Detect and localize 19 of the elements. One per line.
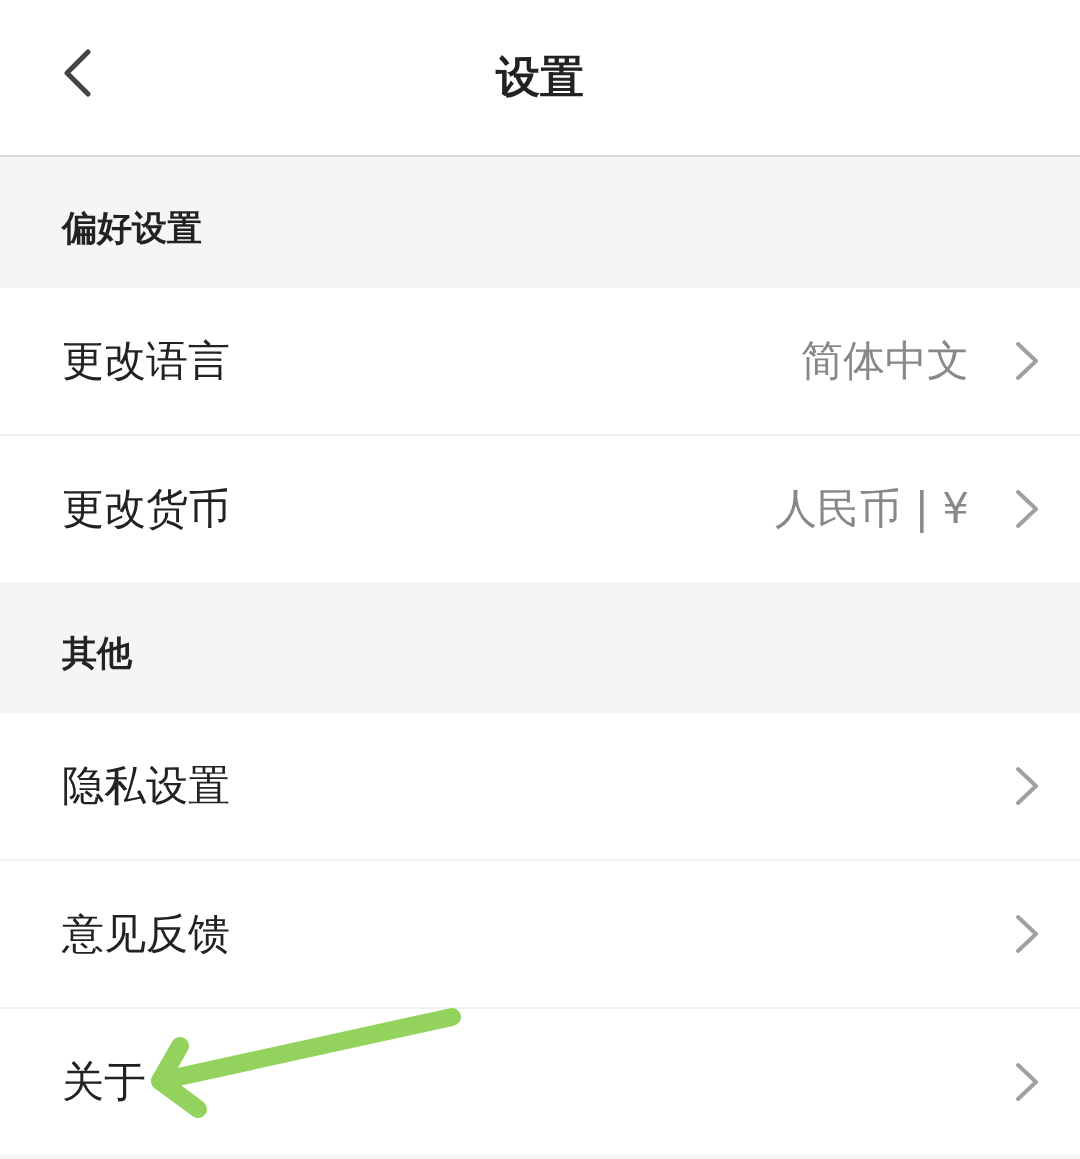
settings-row[interactable]: 关于	[0, 1009, 1080, 1155]
page-title: 设置	[496, 50, 584, 104]
settings-row[interactable]: 意见反馈	[0, 861, 1080, 1007]
settings-row[interactable]: 更改货币 人民币 | ¥	[0, 436, 1080, 582]
setting-label: 意见反馈	[62, 908, 230, 960]
settings-row[interactable]: 隐私设置	[0, 713, 1080, 859]
chevron-right-icon	[1015, 1062, 1039, 1102]
chevron-right-icon	[1015, 914, 1039, 954]
setting-label: 更改货币	[62, 483, 230, 535]
back-icon	[62, 49, 92, 97]
chevron-right-icon	[1015, 489, 1039, 529]
settings-row[interactable]: 更改语言 简体中文	[0, 288, 1080, 434]
chevron-right-icon	[1015, 341, 1039, 381]
setting-value: 人民币 | ¥	[775, 483, 969, 535]
chevron-right-icon	[1015, 766, 1039, 806]
setting-label: 更改语言	[62, 335, 230, 387]
setting-label: 隐私设置	[62, 760, 230, 812]
setting-label: 关于	[62, 1056, 146, 1108]
setting-value: 简体中文	[801, 335, 969, 387]
